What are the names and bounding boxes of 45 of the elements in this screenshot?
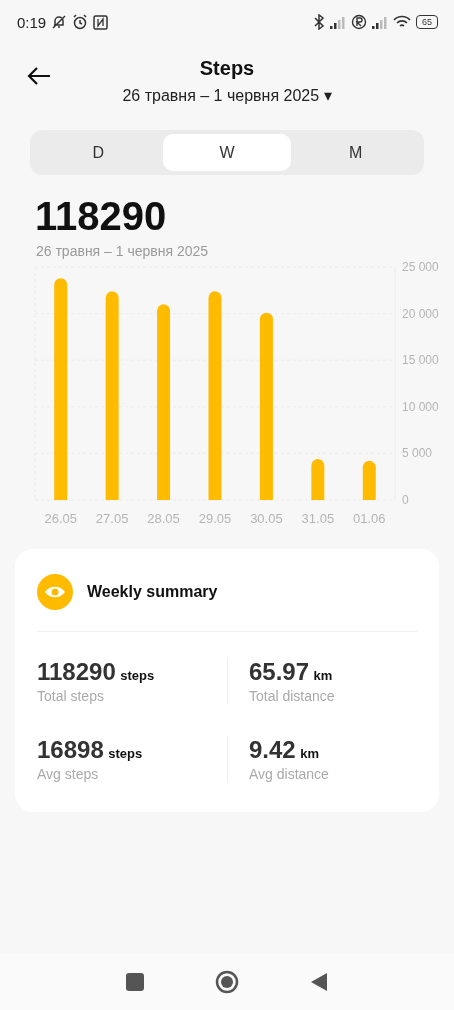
x-axis-label: 28.05 [147,511,180,526]
total-steps: 118290 [35,193,454,239]
stat-value: 65.97 km [249,658,334,686]
period-tab[interactable]: W [162,134,292,171]
nfc-icon [93,14,109,30]
x-axis-label: 30.05 [250,511,283,526]
stat-label: Total steps [37,688,105,704]
signal-icon [372,15,388,29]
y-axis-label: 20 000 [402,306,439,321]
stat-label: Avg distance [249,766,330,782]
roaming-icon [351,14,367,30]
x-axis-label: 31.05 [301,511,335,526]
page-title: Steps [199,57,255,80]
stat-value: 9.42 km [249,736,320,764]
card-title: Weekly summary [87,583,218,601]
back-nav-button[interactable] [310,972,329,992]
muted-bell-icon [51,14,68,30]
status-time: 0:19 [17,13,47,31]
y-axis-label: 15 000 [402,353,439,368]
y-axis-label: 5 000 [402,446,433,461]
x-axis-label: 29.05 [198,511,232,526]
battery-indicator: 65 [416,15,438,29]
stat-value: 118290 steps [37,658,156,686]
eye-icon [37,574,73,610]
stat-label: Total distance [249,688,336,704]
signal-icon [330,15,346,29]
bluetooth-icon [313,14,325,30]
period-tab[interactable]: D [34,134,163,171]
alarm-icon [72,14,89,30]
wifi-icon [393,15,411,29]
stat-value: 16898 steps [37,736,144,764]
y-axis-label: 25 000 [402,260,439,274]
home-button[interactable] [215,970,239,994]
x-axis-label: 26.05 [44,511,77,526]
period-tab[interactable]: M [291,134,420,171]
recents-button[interactable] [125,973,144,991]
y-axis-label: 10 000 [402,399,439,414]
y-axis-label: 0 [402,493,409,507]
stat-label: Avg steps [37,766,100,782]
x-axis-label: 27.05 [95,511,129,526]
bar [311,459,325,500]
date-range-selector[interactable]: 26 травня – 1 червня 2025 ▾ [122,86,332,105]
date-range: 26 травня – 1 червня 2025 [36,243,210,259]
bar [362,460,376,500]
x-axis-label: 01.06 [353,511,386,526]
